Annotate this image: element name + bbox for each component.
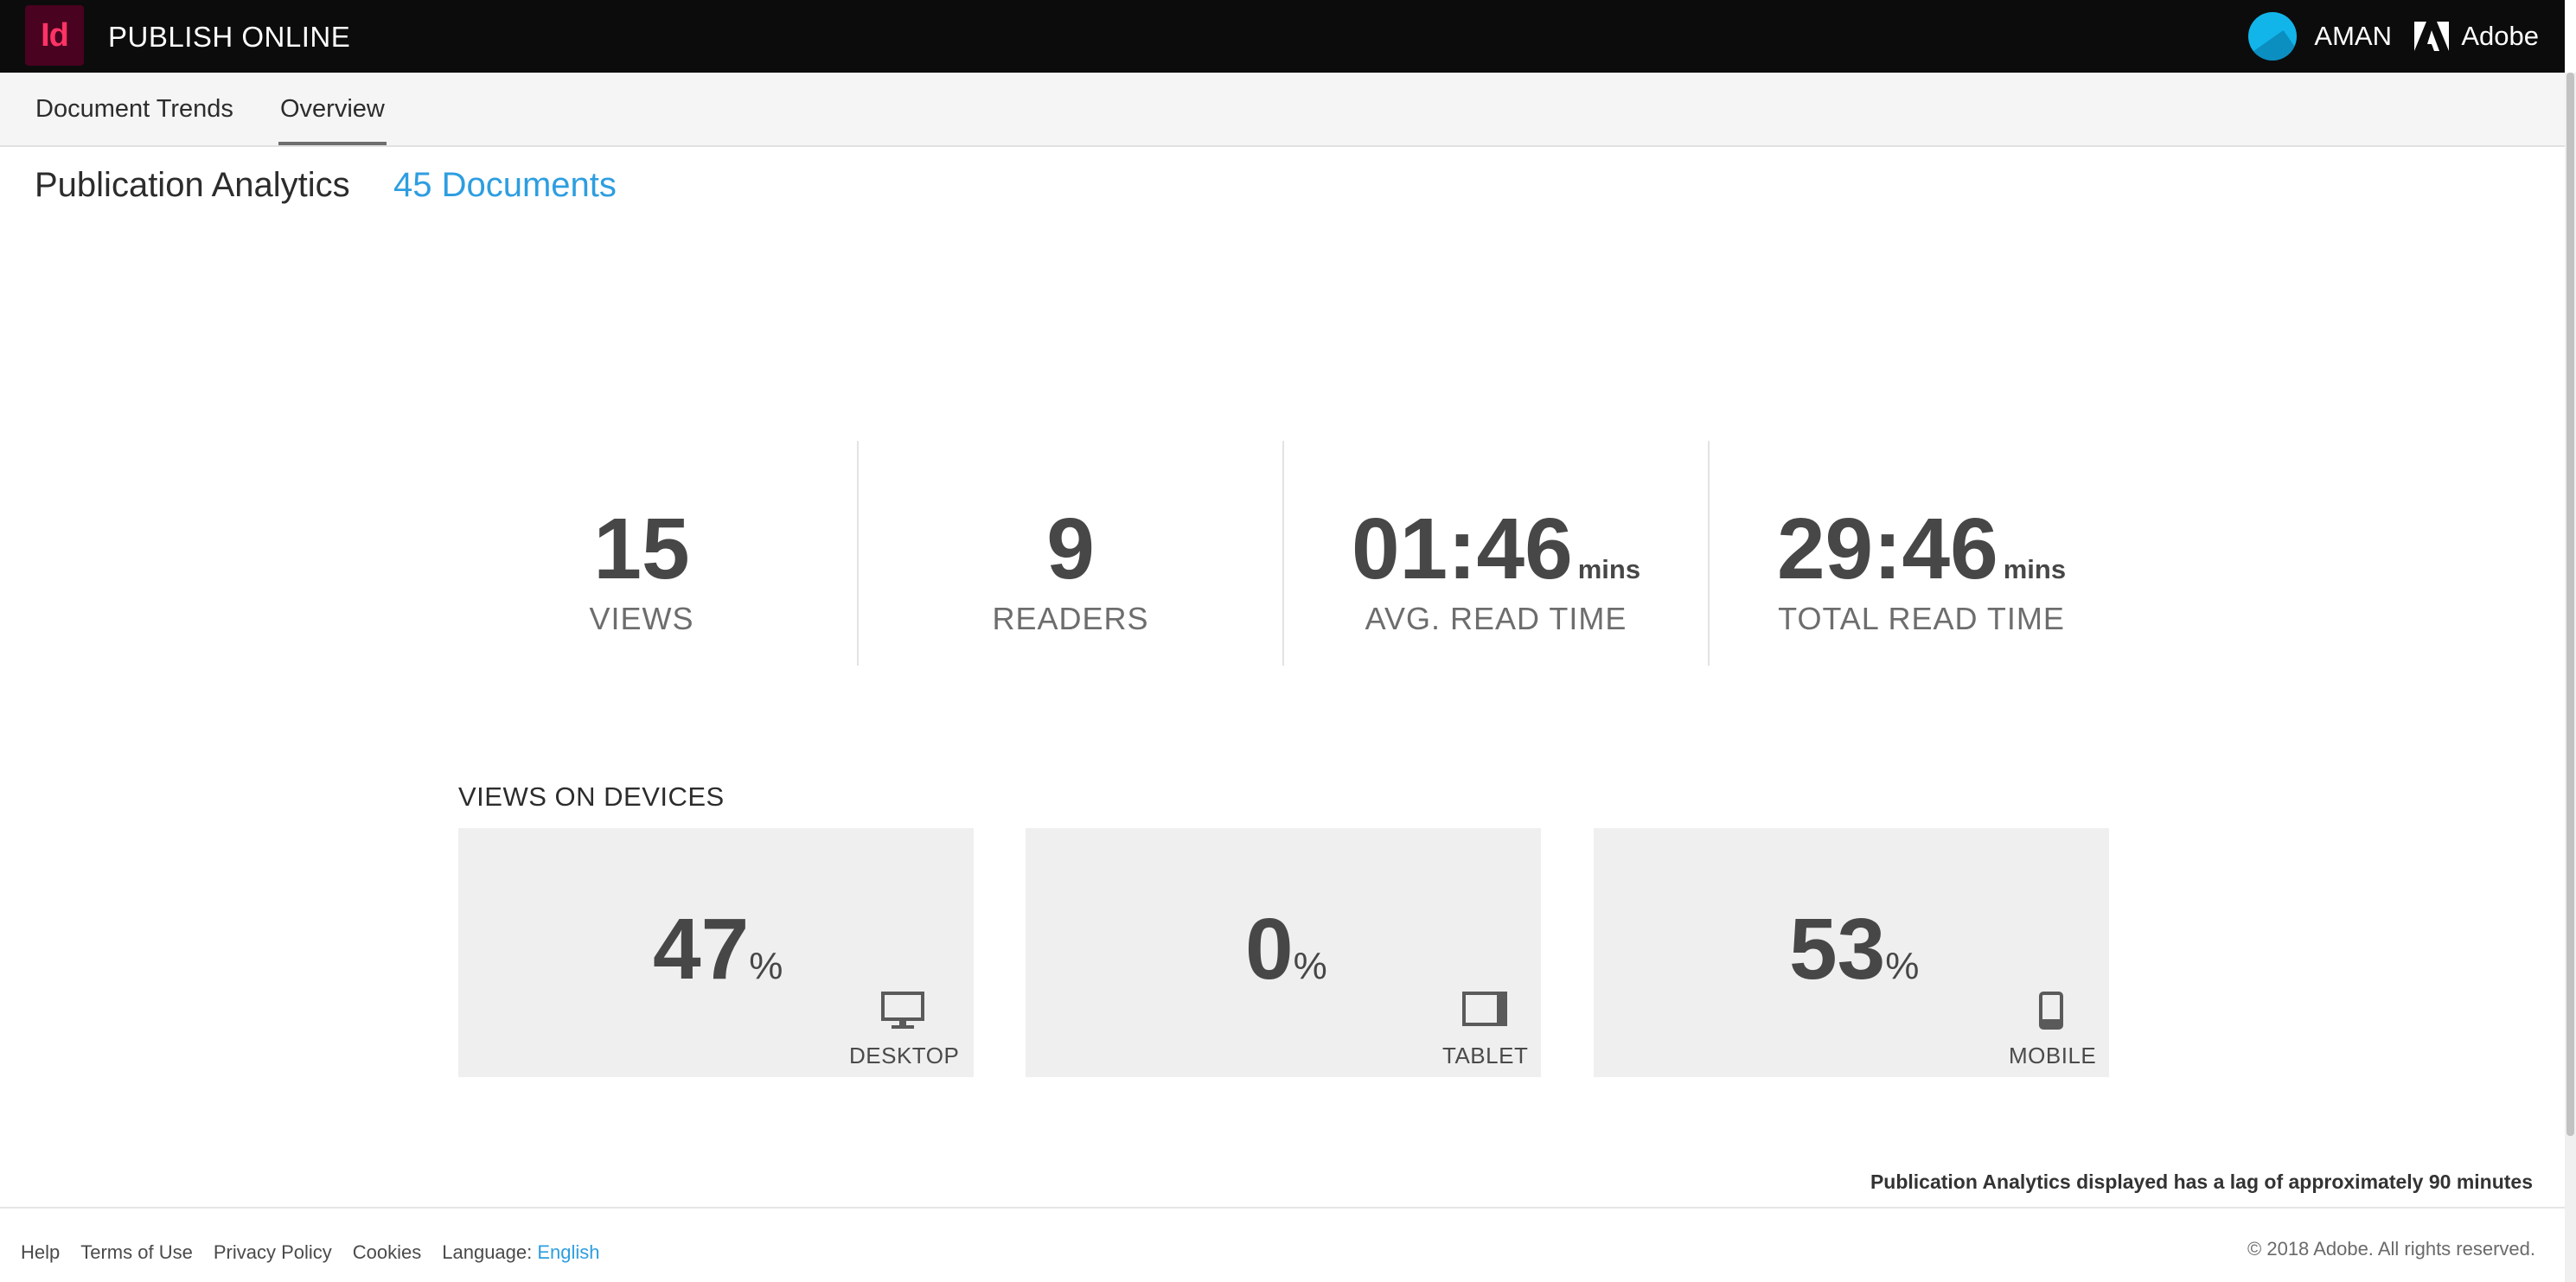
stat-value: 9: [1046, 501, 1095, 597]
scrollbar-thumb[interactable]: [2566, 73, 2574, 1136]
device-label: TABLET: [1442, 1043, 1529, 1068]
stat-views: 15 VIEWS: [503, 441, 780, 666]
stat-readers: 9 READERS: [932, 441, 1209, 666]
stat-divider: [1708, 441, 1710, 666]
device-percentage: 0%: [1245, 901, 1327, 998]
footer-link-privacy[interactable]: Privacy Policy: [214, 1241, 332, 1264]
tablet-icon: [1462, 992, 1507, 1026]
stat-value: 01:46 mins: [1351, 501, 1641, 597]
language-selector[interactable]: Language: English: [442, 1241, 599, 1264]
stat-divider: [1282, 441, 1284, 666]
indesign-logo[interactable]: Id: [25, 5, 84, 66]
user-menu[interactable]: AMAN: [2248, 12, 2392, 61]
stat-value: 29:46 mins: [1776, 501, 2067, 597]
device-percentage: 47%: [653, 901, 783, 998]
stat-unit: mins: [2003, 554, 2067, 584]
lag-note: Publication Analytics displayed has a la…: [1870, 1170, 2533, 1193]
user-avatar[interactable]: [2248, 12, 2298, 61]
app-bar: Id PUBLISH ONLINE AMAN Adobe: [0, 0, 2565, 73]
mobile-icon: [2039, 992, 2063, 1030]
tab-overview[interactable]: Overview: [278, 95, 387, 145]
devices-heading: VIEWS ON DEVICES: [458, 781, 725, 812]
page-title: Publication Analytics: [35, 166, 350, 204]
desktop-icon: [881, 992, 924, 1029]
stat-avg-read-time: 01:46 mins AVG. READ TIME: [1323, 441, 1669, 666]
footer-link-cookies[interactable]: Cookies: [353, 1241, 421, 1264]
adobe-label: Adobe: [2461, 21, 2539, 51]
device-card-tablet: 0% TABLET: [1026, 828, 1541, 1077]
stat-value: 15: [593, 501, 690, 597]
stat-total-read-time: 29:46 mins TOTAL READ TIME: [1748, 441, 2094, 666]
app-title: PUBLISH ONLINE: [108, 21, 351, 53]
tab-document-trends[interactable]: Document Trends: [35, 95, 233, 145]
stat-label: READERS: [992, 601, 1149, 636]
device-label: MOBILE: [2009, 1043, 2097, 1068]
adobe-brand[interactable]: Adobe: [2414, 21, 2539, 52]
device-percentage: 53%: [1789, 901, 1920, 998]
copyright: © 2018 Adobe. All rights reserved.: [2247, 1238, 2535, 1260]
stat-label: VIEWS: [589, 601, 694, 636]
vertical-scrollbar[interactable]: [2565, 73, 2576, 1282]
documents-link[interactable]: 45 Documents: [393, 166, 617, 205]
device-card-mobile: 53% MOBILE: [1594, 828, 2109, 1077]
tab-bar: Document Trends Overview: [0, 73, 2565, 147]
stat-label: AVG. READ TIME: [1365, 601, 1627, 636]
language-label: Language:: [442, 1241, 533, 1263]
stat-label: TOTAL READ TIME: [1778, 601, 2065, 636]
stat-unit: mins: [1577, 554, 1641, 584]
footer-links: Help Terms of Use Privacy Policy Cookies…: [21, 1241, 600, 1264]
user-name[interactable]: AMAN: [2314, 21, 2392, 52]
stat-divider: [857, 441, 859, 666]
device-label: DESKTOP: [849, 1043, 960, 1068]
footer-link-help[interactable]: Help: [21, 1241, 60, 1264]
adobe-logo-icon: [2414, 22, 2450, 51]
footer: Help Terms of Use Privacy Policy Cookies…: [0, 1207, 2565, 1282]
device-card-desktop: 47% DESKTOP: [458, 828, 974, 1077]
language-value[interactable]: English: [537, 1241, 599, 1263]
footer-link-terms[interactable]: Terms of Use: [80, 1241, 193, 1264]
